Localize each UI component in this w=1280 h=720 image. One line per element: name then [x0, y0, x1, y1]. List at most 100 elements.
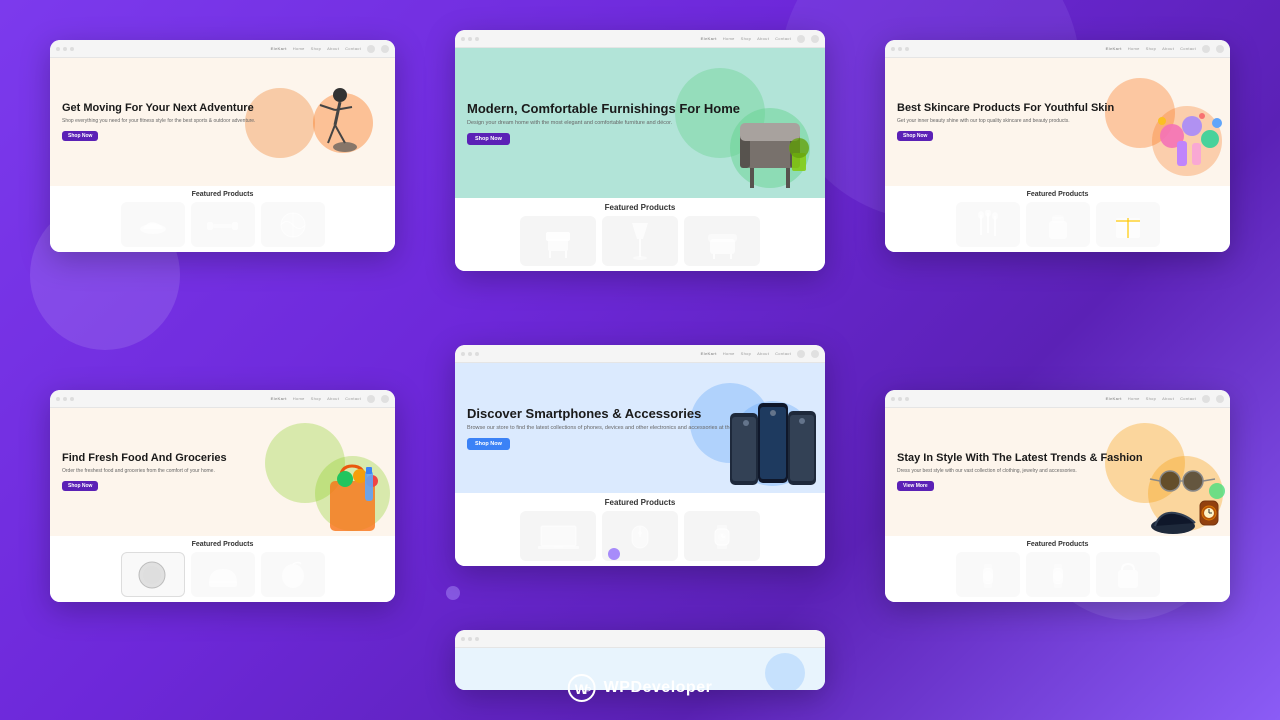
- furniture-cta[interactable]: Shop Now: [467, 133, 510, 145]
- chrome-dot: [63, 397, 67, 401]
- card-fashion-chrome: EleKart Home Shop About Contact: [885, 390, 1230, 408]
- furniture-nav-search: [811, 35, 819, 43]
- groceries-nav-shop: Shop: [311, 396, 322, 401]
- laptop-icon: [536, 521, 581, 551]
- sports-products: Featured Products: [50, 186, 395, 252]
- skincare-svg: [1152, 101, 1227, 181]
- furniture-nav-shop: Shop: [741, 36, 752, 41]
- sports-hero: Get Moving For Your Next Adventure Shop …: [50, 58, 395, 186]
- skincare-content: Best Skincare Products For Youthful Skin…: [885, 58, 1230, 252]
- fashion-nav-contact: Contact: [1180, 396, 1196, 401]
- skincare-nav-shop: Shop: [1146, 46, 1157, 51]
- groceries-nav: EleKart Home Shop About Contact: [271, 395, 389, 403]
- chrome-dot: [475, 352, 479, 356]
- card-extra-chrome: [455, 630, 825, 648]
- fashion-hero: Stay In Style With The Latest Trends & F…: [885, 408, 1230, 536]
- groceries-content: Find Fresh Food And Groceries Order the …: [50, 408, 395, 602]
- groceries-cta[interactable]: Shop Now: [62, 481, 98, 491]
- chrome-dot: [70, 397, 74, 401]
- fashion-product-1: [956, 552, 1020, 597]
- fashion-products-title: Featured Products: [895, 541, 1220, 548]
- watch-dark-icon: [973, 560, 1003, 590]
- smartphones-product-1: [520, 511, 596, 561]
- furniture-products: Featured Products: [455, 198, 825, 271]
- skincare-nav-icon: [1202, 45, 1210, 53]
- furniture-nav-icon: [797, 35, 805, 43]
- sports-products-title: Featured Products: [60, 191, 385, 198]
- chrome-dot: [56, 47, 60, 51]
- chrome-dot: [475, 637, 479, 641]
- basketball-icon: [278, 210, 308, 240]
- groceries-product-1: [121, 552, 185, 597]
- chrome-dot: [56, 397, 60, 401]
- fashion-nav-icon: [1202, 395, 1210, 403]
- sports-cta[interactable]: Shop Now: [62, 131, 98, 141]
- chrome-dot: [461, 37, 465, 41]
- smartphones-nav-home: Home: [723, 351, 735, 356]
- sports-nav-shop: Shop: [311, 46, 322, 51]
- skincare-product-1: [956, 202, 1020, 247]
- sports-nav-search: [381, 45, 389, 53]
- smartphones-nav-about: About: [757, 351, 769, 356]
- red-chair-icon: [543, 224, 573, 259]
- groceries-product-2: [191, 552, 255, 597]
- card-smartphones-chrome: EleKart Home Shop About Contact: [455, 345, 825, 363]
- groceries-nav-about: About: [327, 396, 339, 401]
- card-skincare-chrome: EleKart Home Shop About Contact: [885, 40, 1230, 58]
- lamp-icon: [630, 221, 650, 261]
- groceries-logo: EleKart: [271, 396, 287, 401]
- skincare-product-3: [1096, 202, 1160, 247]
- fashion-nav-search: [1216, 395, 1224, 403]
- smartphones-hero-image: [725, 393, 815, 493]
- groceries-nav-home: Home: [293, 396, 305, 401]
- fashion-cta[interactable]: View More: [897, 481, 934, 491]
- smartphones-products-title: Featured Products: [465, 498, 815, 507]
- furniture-product-2: [602, 216, 678, 266]
- card-sports: EleKart Home Shop About Contact Get Movi…: [50, 40, 395, 252]
- skincare-cta[interactable]: Shop Now: [897, 131, 933, 141]
- fashion-content: Stay In Style With The Latest Trends & F…: [885, 408, 1230, 602]
- smartphones-nav: EleKart Home Shop About Contact: [701, 350, 819, 358]
- card-groceries-chrome: EleKart Home Shop About Contact: [50, 390, 395, 408]
- sports-product-1: [121, 202, 185, 247]
- groceries-hero: Find Fresh Food And Groceries Order the …: [50, 408, 395, 536]
- chrome-dot: [461, 637, 465, 641]
- smartphones-content: Discover Smartphones & Accessories Brows…: [455, 363, 825, 566]
- chrome-dot: [70, 47, 74, 51]
- fashion-hero-image: [1145, 451, 1225, 536]
- chrome-dot: [891, 47, 895, 51]
- furniture-products-grid: [465, 216, 815, 266]
- fashion-products: Featured Products: [885, 536, 1230, 602]
- groceries-product-3: [261, 552, 325, 597]
- chrome-dot: [468, 37, 472, 41]
- plate-icon: [135, 560, 170, 590]
- furniture-nav-contact: Contact: [775, 36, 791, 41]
- chrome-dot: [468, 637, 472, 641]
- furniture-logo: EleKart: [701, 36, 717, 41]
- sports-hero-text: Get Moving For Your Next Adventure Shop …: [62, 102, 318, 143]
- fashion-product-2: [1026, 552, 1090, 597]
- smartphones-nav-shop: Shop: [741, 351, 752, 356]
- bag-icon: [1112, 560, 1144, 590]
- sports-logo: EleKart: [271, 46, 287, 51]
- groceries-nav-contact: Contact: [345, 396, 361, 401]
- furniture-product-1: [520, 216, 596, 266]
- skincare-nav-home: Home: [1128, 46, 1140, 51]
- fashion-products-grid: [895, 552, 1220, 597]
- watch-brown-icon: [1043, 560, 1073, 590]
- fashion-logo: EleKart: [1106, 396, 1122, 401]
- smartphones-products: Featured Products: [455, 493, 825, 566]
- smartwatch-icon: [707, 521, 737, 551]
- skincare-nav: EleKart Home Shop About Contact: [1106, 45, 1224, 53]
- groceries-products-title: Featured Products: [60, 541, 385, 548]
- gift-icon: [1113, 210, 1143, 240]
- smartphones-cta[interactable]: Shop Now: [467, 438, 510, 450]
- cream-icon: [1044, 209, 1072, 241]
- card-groceries: EleKart Home Shop About Contact Find Fre…: [50, 390, 395, 602]
- furniture-hero: Modern, Comfortable Furnishings For Home…: [455, 48, 825, 198]
- chrome-dot: [891, 397, 895, 401]
- mouse-icon: [624, 521, 656, 551]
- smartphones-nav-search: [811, 350, 819, 358]
- skincare-hero-image: [1152, 101, 1222, 181]
- sports-nav-about: About: [327, 46, 339, 51]
